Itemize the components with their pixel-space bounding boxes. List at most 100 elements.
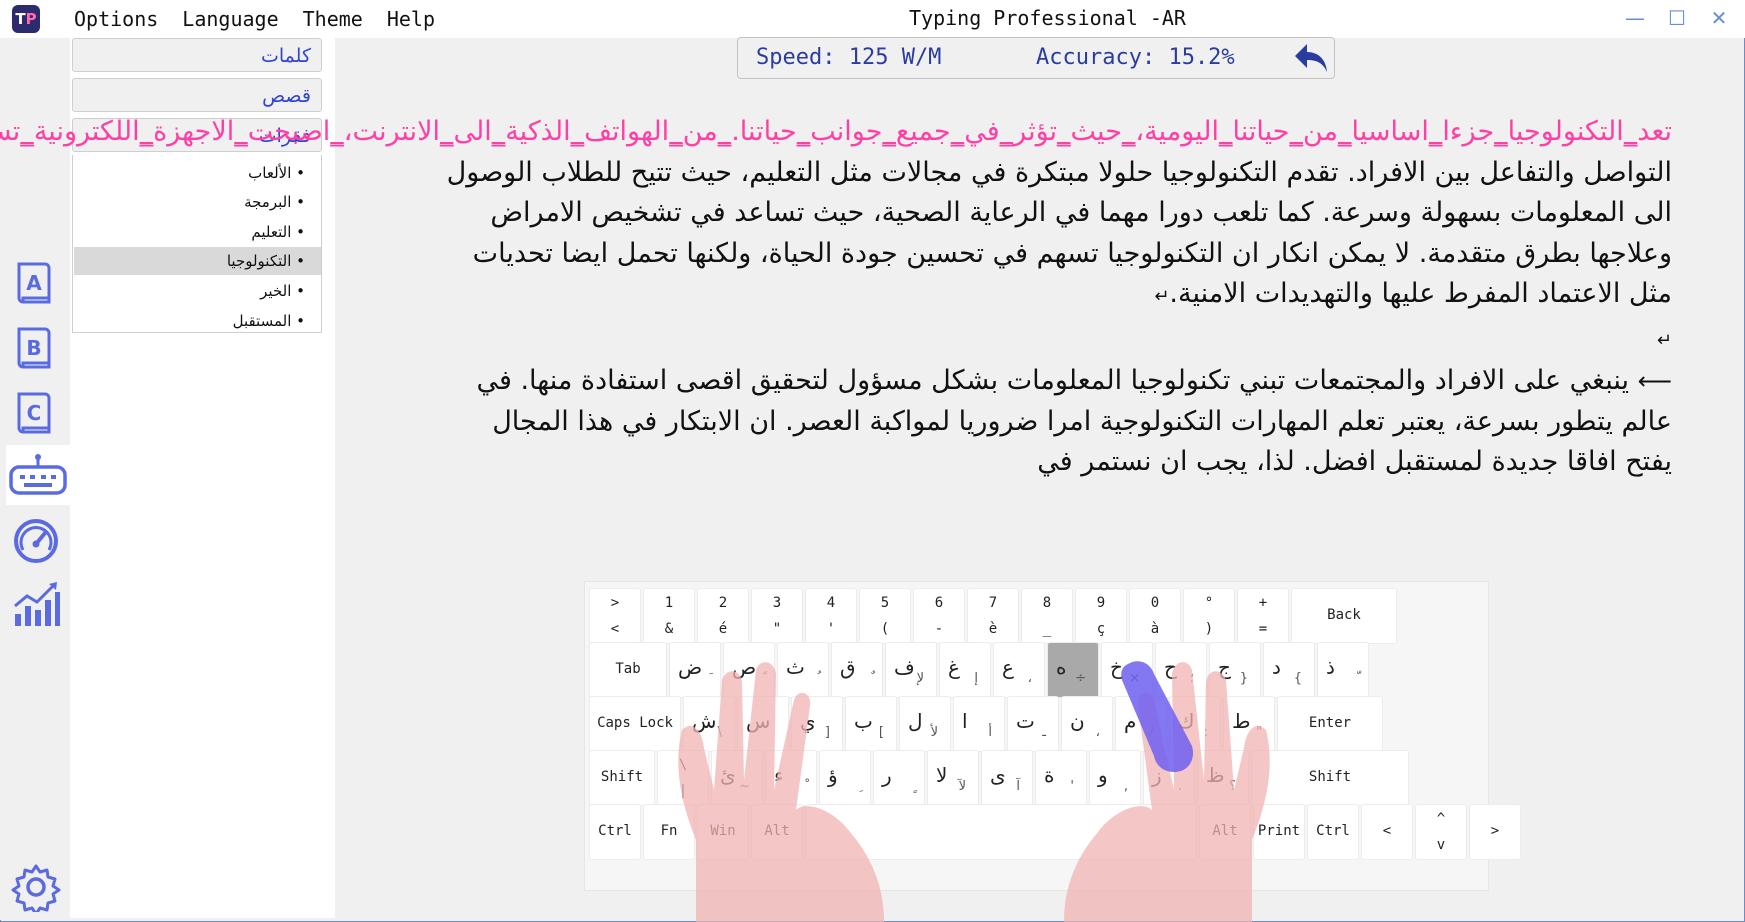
space-key[interactable] (805, 804, 1197, 860)
key-label: Alt (1212, 823, 1238, 839)
keyboard-key[interactable]: 1 & (643, 588, 695, 644)
typed-space: _ (717, 116, 732, 147)
keyboard-key[interactable]: و, (1089, 750, 1141, 806)
keyboard-key[interactable]: رٍ (873, 750, 925, 806)
topic-games[interactable]: الألعاب • (74, 159, 321, 187)
topic-technology[interactable]: التكنولوجيا • (74, 247, 321, 275)
keyboard-key[interactable]: د{ (1263, 642, 1315, 698)
keyboard-key[interactable]: غإ (939, 642, 991, 698)
keyboard-key[interactable]: ز. (1143, 750, 1195, 806)
keyboard-key[interactable]: Ctrl (1307, 804, 1359, 860)
keyboard-key[interactable]: < (1361, 804, 1413, 860)
typed-word: من (1302, 116, 1338, 147)
keyboard-key[interactable]: ش \ (683, 696, 735, 752)
keyboard-key[interactable]: ىآ (981, 750, 1033, 806)
keyboard-key[interactable]: 8 _ (1021, 588, 1073, 644)
topic-education[interactable]: التعليم • (74, 218, 321, 246)
keyboard-key[interactable]: ط " (1223, 696, 1275, 752)
keyboard-key[interactable]: Ctrl (589, 804, 641, 860)
keyboard-key[interactable]: ك: (1169, 696, 1221, 752)
keyboard-key[interactable]: °) (1183, 588, 1235, 644)
topic-charity[interactable]: الخير • (74, 277, 321, 305)
key-label: Shift (1308, 769, 1352, 785)
keyboard-key[interactable]: + = (1237, 588, 1289, 644)
typed-space: _ (139, 116, 154, 147)
key-base-label: ç (1096, 621, 1106, 637)
keyboard-key[interactable]: ف لإ (885, 642, 937, 698)
keyboard-key[interactable]: ضَ (669, 642, 721, 698)
keyboard-key[interactable]: ب[ (845, 696, 897, 752)
keyboard-key[interactable]: ئ ~ (711, 750, 763, 806)
category-words[interactable]: كلمات (72, 38, 322, 72)
key-secondary-label: { (1293, 671, 1302, 686)
lesson-a-button[interactable]: A (6, 254, 66, 312)
keyboard-key[interactable]: Enter (1277, 696, 1383, 752)
keyboard-key[interactable]: > (1469, 804, 1521, 860)
keyboard-key[interactable]: Alt (751, 804, 803, 860)
statistics-button[interactable] (6, 576, 66, 634)
svg-text:C: C (27, 401, 42, 425)
keyboard-key[interactable]: ؤِ (819, 750, 871, 806)
keyboard-key[interactable]: صً (723, 642, 775, 698)
keyboard-key[interactable]: ظ ؟ (1197, 750, 1249, 806)
keyboard-key[interactable]: تـ (1007, 696, 1059, 752)
typed-space: _ (882, 116, 896, 147)
keyboard-key[interactable]: ^ v (1415, 804, 1467, 860)
keyboard-key[interactable]: 0à (1129, 588, 1181, 644)
topic-programming[interactable]: البرمجة • (74, 188, 321, 216)
settings-button[interactable] (6, 858, 66, 916)
lesson-b-button[interactable]: B (6, 319, 66, 377)
topic-future[interactable]: المستقبل • (74, 307, 321, 335)
keyboard-key[interactable]: ءْ (765, 750, 817, 806)
lesson-c-button[interactable]: C (6, 384, 66, 442)
keyboard-key[interactable]: ة ' (1035, 750, 1087, 806)
restart-button[interactable] (1293, 42, 1329, 78)
category-stories[interactable]: قصص (72, 78, 322, 112)
close-button[interactable]: ✕ (1704, 6, 1734, 30)
keyboard-key[interactable]: ذّ (1317, 642, 1369, 698)
typed-word: اللكترونية (33, 116, 140, 147)
keyboard-key[interactable]: ج} (1209, 642, 1261, 698)
keyboard-key[interactable]: Tab (589, 642, 667, 698)
speed-test-button[interactable] (6, 512, 66, 570)
typed-word: الانترنت، (343, 116, 440, 147)
keyboard-key[interactable]: 7è (967, 588, 1019, 644)
keyboard-key[interactable]: Fn (643, 804, 695, 860)
keyboard-key[interactable]: Win (697, 804, 749, 860)
keyboard-key[interactable]: لا لآ (927, 750, 979, 806)
keyboard-key[interactable]: اأ (953, 696, 1005, 752)
keyboard-key[interactable]: Caps Lock (589, 696, 681, 752)
keyboard-key[interactable]: قٌ (831, 642, 883, 698)
keyboard-key[interactable]: 2é (697, 588, 749, 644)
keyboard-key[interactable]: ي] (791, 696, 843, 752)
keyboard-key[interactable]: 4 ' (805, 588, 857, 644)
keyboard-key[interactable]: \ | (657, 750, 709, 806)
keyboard-key[interactable]: س (737, 696, 789, 752)
blank-line: ↵ (440, 318, 1672, 362)
keyboard-key[interactable]: 3 " (751, 588, 803, 644)
minimize-button[interactable]: — (1620, 6, 1650, 30)
keyboard-key[interactable]: 5( (859, 588, 911, 644)
keyboard-key[interactable]: Shift (589, 750, 655, 806)
maximize-button[interactable]: ☐ (1662, 6, 1692, 30)
keyboard-key[interactable]: ع ، (993, 642, 1045, 698)
keyboard-key[interactable]: ن ، (1061, 696, 1113, 752)
keyboard-key[interactable]: خ × (1101, 642, 1153, 698)
key-base-label: _ (1042, 621, 1052, 637)
keyboard-practice-button[interactable] (6, 445, 70, 505)
tab-mark: ⟵ (1637, 367, 1672, 395)
keyboard-key[interactable]: Shift (1251, 750, 1409, 806)
key-base-label: è (988, 621, 998, 637)
keyboard-key[interactable]: ل لأ (899, 696, 951, 752)
keyboard-key[interactable]: 6- (913, 588, 965, 644)
keyboard-key[interactable]: Back (1291, 588, 1397, 644)
keyboard-key[interactable]: ح ؛ (1155, 642, 1207, 698)
keyboard-key[interactable]: 9ç (1075, 588, 1127, 644)
keyboard-key[interactable]: Alt (1199, 804, 1251, 860)
typed-word: حيث (1070, 116, 1122, 147)
keyboard-key[interactable]: ه ÷ (1047, 642, 1099, 698)
keyboard-key[interactable]: ثُ (777, 642, 829, 698)
keyboard-key[interactable]: > < (589, 588, 641, 644)
keyboard-key[interactable]: م / (1115, 696, 1167, 752)
keyboard-key[interactable]: Print (1253, 804, 1305, 860)
